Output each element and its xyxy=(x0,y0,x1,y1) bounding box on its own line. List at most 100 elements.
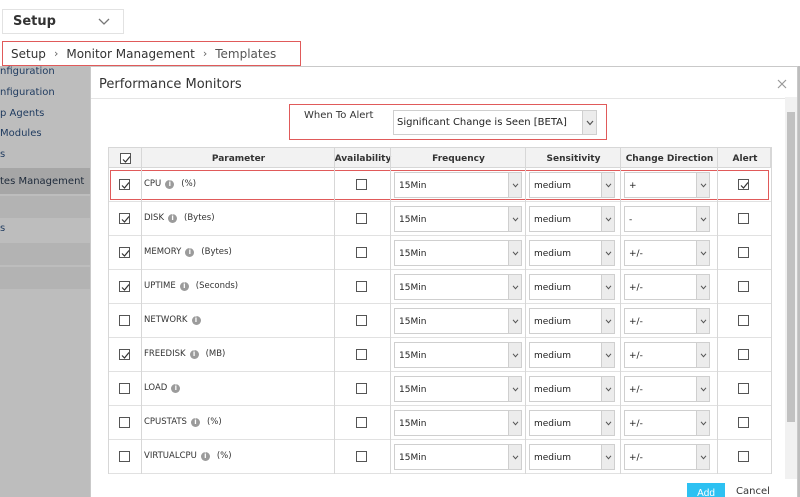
sidebar-item[interactable]: s xyxy=(0,223,5,234)
change-direction-select[interactable]: +/- xyxy=(624,410,710,436)
availability-checkbox[interactable] xyxy=(356,281,367,292)
column-header-sensitivity: Sensitivity xyxy=(546,153,601,164)
sensitivity-select[interactable]: medium xyxy=(529,240,615,266)
close-icon[interactable] xyxy=(776,78,788,90)
row-select-checkbox[interactable] xyxy=(119,247,130,258)
sensitivity-select[interactable]: medium xyxy=(529,274,615,300)
sensitivity-select[interactable]: medium xyxy=(529,172,615,198)
info-icon[interactable]: i xyxy=(165,179,175,189)
table-row: LOAD i 15Min medium +/- xyxy=(108,372,771,406)
change-direction-select[interactable]: +/- xyxy=(624,444,710,470)
frequency-select[interactable]: 15Min xyxy=(394,308,522,334)
change-direction-select[interactable]: + xyxy=(624,172,710,198)
frequency-select[interactable]: 15Min xyxy=(394,172,522,198)
alert-checkbox[interactable] xyxy=(738,247,749,258)
availability-checkbox[interactable] xyxy=(356,179,367,190)
availability-checkbox[interactable] xyxy=(356,451,367,462)
parameter-name: LOAD xyxy=(144,383,168,393)
frequency-select[interactable]: 15Min xyxy=(394,376,522,402)
sensitivity-select[interactable]: medium xyxy=(529,376,615,402)
frequency-select[interactable]: 15Min xyxy=(394,206,522,232)
sensitivity-select[interactable]: medium xyxy=(529,308,615,334)
parameter-unit: (Bytes) xyxy=(201,247,232,257)
parameter-name-cell: VIRTUALCPU i (%) xyxy=(144,451,232,461)
info-icon[interactable]: i xyxy=(191,315,201,325)
sidebar-item[interactable]: p Agents xyxy=(0,108,44,119)
info-icon[interactable]: i xyxy=(200,451,210,461)
info-icon[interactable]: i xyxy=(168,213,178,223)
availability-checkbox[interactable] xyxy=(356,417,367,428)
sidebar-item[interactable]: nfiguration xyxy=(0,87,55,98)
parameter-name: MEMORY xyxy=(144,247,182,257)
frequency-select[interactable]: 15Min xyxy=(394,444,522,470)
availability-checkbox[interactable] xyxy=(356,383,367,394)
availability-checkbox[interactable] xyxy=(356,213,367,224)
alert-checkbox[interactable] xyxy=(738,349,749,360)
alert-checkbox[interactable] xyxy=(738,179,749,190)
chevron-down-icon xyxy=(696,445,709,469)
chevron-down-icon xyxy=(508,309,521,333)
info-icon[interactable]: i xyxy=(171,383,181,393)
availability-checkbox[interactable] xyxy=(356,349,367,360)
row-select-checkbox[interactable] xyxy=(119,451,130,462)
frequency-select[interactable]: 15Min xyxy=(394,240,522,266)
sidebar-item[interactable]: nfiguration xyxy=(0,66,55,77)
row-select-checkbox[interactable] xyxy=(119,281,130,292)
sidebar-item-selected[interactable]: tes Management xyxy=(0,168,90,194)
frequency-select[interactable]: 15Min xyxy=(394,274,522,300)
parameter-name: DISK xyxy=(144,213,165,223)
alert-checkbox[interactable] xyxy=(738,451,749,462)
frequency-value: 15Min xyxy=(399,419,427,429)
info-icon[interactable]: i xyxy=(189,349,199,359)
change-direction-select[interactable]: +/- xyxy=(624,308,710,334)
sidebar-item[interactable]: Modules xyxy=(0,128,42,139)
when-to-alert-select[interactable]: Significant Change is Seen [BETA] xyxy=(393,110,597,135)
sensitivity-select[interactable]: medium xyxy=(529,444,615,470)
setup-label: Setup xyxy=(13,14,56,29)
row-select-checkbox[interactable] xyxy=(119,179,130,190)
info-icon[interactable]: i xyxy=(190,417,200,427)
alert-checkbox[interactable] xyxy=(738,383,749,394)
sensitivity-select[interactable]: medium xyxy=(529,342,615,368)
frequency-value: 15Min xyxy=(399,351,427,361)
row-select-checkbox[interactable] xyxy=(119,417,130,428)
add-button[interactable]: Add xyxy=(687,483,725,497)
change-direction-select[interactable]: - xyxy=(624,206,710,232)
row-select-checkbox[interactable] xyxy=(119,213,130,224)
change-direction-select[interactable]: +/- xyxy=(624,240,710,266)
table-grid-line xyxy=(771,147,772,474)
frequency-select[interactable]: 15Min xyxy=(394,342,522,368)
change-direction-select[interactable]: +/- xyxy=(624,376,710,402)
parameter-unit: (%) xyxy=(181,179,197,189)
row-select-checkbox[interactable] xyxy=(119,383,130,394)
scrollbar-thumb[interactable] xyxy=(787,112,795,422)
parameter-name: UPTIME xyxy=(144,281,176,291)
info-icon[interactable]: i xyxy=(179,281,189,291)
change-direction-select[interactable]: +/- xyxy=(624,274,710,300)
row-select-checkbox[interactable] xyxy=(119,349,130,360)
sidebar-divider xyxy=(0,267,90,289)
alert-checkbox[interactable] xyxy=(738,213,749,224)
alert-checkbox[interactable] xyxy=(738,417,749,428)
scrollbar[interactable] xyxy=(785,97,797,497)
change-direction-select[interactable]: +/- xyxy=(624,342,710,368)
alert-checkbox[interactable] xyxy=(738,281,749,292)
sensitivity-select[interactable]: medium xyxy=(529,410,615,436)
frequency-value: 15Min xyxy=(399,181,427,191)
cancel-button[interactable]: Cancel xyxy=(736,486,770,497)
sensitivity-select[interactable]: medium xyxy=(529,206,615,232)
availability-checkbox[interactable] xyxy=(356,247,367,258)
breadcrumb-item-setup[interactable]: Setup xyxy=(11,47,46,61)
info-icon[interactable]: i xyxy=(185,247,195,257)
when-to-alert-group: When To Alert Significant Change is Seen… xyxy=(289,104,607,140)
sidebar-item[interactable]: s xyxy=(0,149,5,160)
availability-checkbox[interactable] xyxy=(356,315,367,326)
chevron-down-icon xyxy=(508,377,521,401)
breadcrumb-item-monitor-management[interactable]: Monitor Management xyxy=(66,47,194,61)
row-select-checkbox[interactable] xyxy=(119,315,130,326)
alert-checkbox[interactable] xyxy=(738,315,749,326)
chevron-down-icon xyxy=(696,241,709,265)
frequency-select[interactable]: 15Min xyxy=(394,410,522,436)
setup-dropdown[interactable]: Setup xyxy=(2,9,124,34)
select-all-checkbox[interactable] xyxy=(120,153,131,164)
